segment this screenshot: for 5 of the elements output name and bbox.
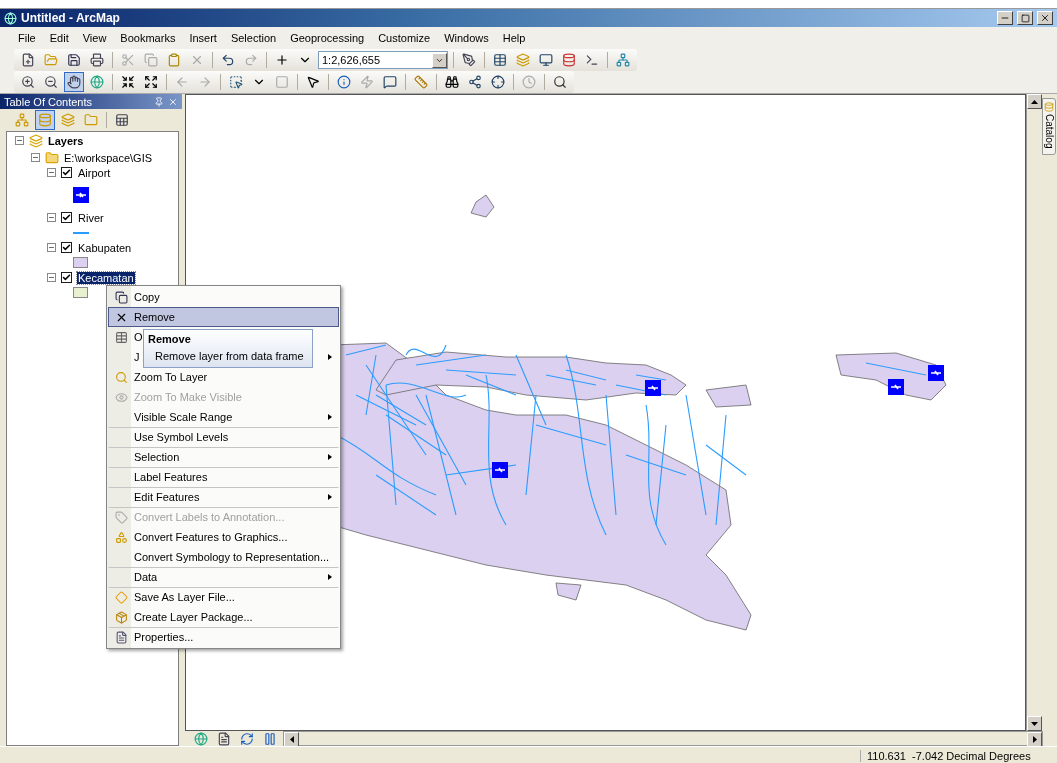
tooltip-title: Remove — [148, 333, 191, 346]
window-title: Untitled - ArcMap — [21, 11, 121, 25]
tooltip-text: Remove layer from data frame — [155, 350, 304, 363]
coordinates-readout: 110.631 -7.042 Decimal Degrees — [860, 749, 1057, 762]
panel-title: Table Of Contents — [4, 95, 93, 108]
